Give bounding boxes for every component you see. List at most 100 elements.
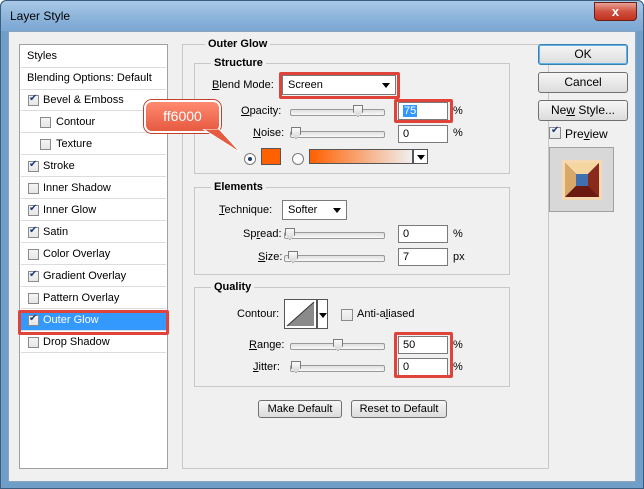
- close-button[interactable]: x: [594, 2, 637, 21]
- noise-value: 0: [403, 128, 410, 140]
- elements-group: Elements Technique: Softer Spread: 0 % S…: [194, 181, 510, 275]
- spread-slider[interactable]: [284, 228, 385, 240]
- range-jitter-highlight: [394, 332, 453, 378]
- sidebar-item-label: Stroke: [43, 160, 75, 172]
- spread-input[interactable]: 0: [398, 225, 448, 243]
- noise-unit: %: [453, 127, 463, 139]
- preview-checkbox[interactable]: ✔: [549, 125, 561, 139]
- opacity-slider[interactable]: [290, 105, 385, 117]
- styles-header-label: Styles: [27, 50, 57, 62]
- contour-checkbox[interactable]: [40, 117, 51, 128]
- contour-picker[interactable]: [284, 299, 317, 329]
- contour-label: Contour:: [237, 308, 280, 320]
- sidebar-item-satin[interactable]: Satin: [21, 222, 166, 243]
- gradient-overlay-checkbox[interactable]: [28, 269, 39, 282]
- make-default-button[interactable]: Make Default: [258, 400, 342, 418]
- opacity-slider-thumb[interactable]: [353, 105, 363, 117]
- sidebar-item-label: Contour: [56, 116, 96, 128]
- sidebar-item-label: Inner Glow: [43, 204, 97, 216]
- noise-slider-thumb[interactable]: [291, 127, 301, 139]
- sidebar-item-label: Texture: [56, 138, 93, 150]
- noise-slider[interactable]: [290, 127, 385, 139]
- title-bar[interactable]: Layer Style x: [1, 1, 643, 31]
- callout-pointer-icon: [202, 129, 242, 154]
- size-slider[interactable]: [284, 251, 385, 263]
- sidebar-item-stroke[interactable]: Stroke: [21, 156, 166, 177]
- size-label: Size:: [258, 251, 283, 263]
- anti-aliased-checkbox[interactable]: [341, 309, 353, 321]
- sidebar-item-label: Drop Shadow: [43, 336, 110, 348]
- range-unit: %: [453, 339, 463, 351]
- range-label: Range:: [249, 339, 285, 351]
- pattern-overlay-checkbox[interactable]: [28, 293, 39, 304]
- outer-glow-highlight: [18, 310, 169, 335]
- glow-color-swatch[interactable]: [261, 148, 281, 165]
- quality-group: Quality Contour: Anti-aliased Range: 50 …: [194, 281, 510, 387]
- sidebar-item-inner-glow[interactable]: Inner Glow: [21, 200, 166, 221]
- size-value: 7: [403, 251, 410, 263]
- contour-curve-icon: [286, 301, 315, 327]
- outer-glow-panel: Outer Glow Structure Blend Mode: Screen …: [182, 38, 549, 469]
- sidebar-item-texture[interactable]: Texture: [21, 134, 166, 155]
- stroke-checkbox[interactable]: [28, 159, 39, 172]
- blend-mode-highlight: [279, 72, 400, 99]
- range-slider-thumb[interactable]: [333, 339, 343, 351]
- noise-input[interactable]: 0: [398, 125, 448, 143]
- close-icon: x: [611, 4, 620, 19]
- sidebar-item-color-overlay[interactable]: Color Overlay: [21, 244, 166, 265]
- structure-title: Structure: [211, 57, 266, 69]
- drop-shadow-checkbox[interactable]: [28, 337, 39, 348]
- style-preview: [549, 147, 614, 212]
- sidebar-item-gradient-overlay[interactable]: Gradient Overlay: [21, 266, 166, 287]
- texture-checkbox[interactable]: [40, 139, 51, 150]
- styles-header[interactable]: Styles: [21, 46, 166, 68]
- elements-title: Elements: [211, 181, 266, 193]
- cancel-button[interactable]: Cancel: [538, 72, 628, 93]
- chevron-down-icon: [333, 208, 341, 213]
- bevel-emboss-checkbox[interactable]: [28, 93, 39, 106]
- range-slider[interactable]: [290, 339, 385, 351]
- inner-shadow-checkbox[interactable]: [28, 183, 39, 194]
- style-preview-thumbnail: [562, 160, 602, 200]
- sidebar-item-label: Satin: [43, 226, 69, 238]
- check-icon: ✔: [551, 125, 560, 136]
- chevron-down-icon: [319, 313, 327, 318]
- quality-title: Quality: [211, 281, 255, 293]
- sidebar-item-drop-shadow[interactable]: Drop Shadow: [21, 332, 166, 353]
- reset-to-default-button[interactable]: Reset to Default: [351, 400, 447, 418]
- chevron-down-icon: [417, 155, 425, 160]
- dialog-body: Styles Blending Options: Default Bevel &…: [8, 31, 636, 482]
- inner-glow-checkbox[interactable]: [28, 203, 39, 216]
- technique-select[interactable]: Softer: [282, 200, 347, 220]
- noise-label: Noise:: [253, 127, 285, 139]
- spread-value: 0: [403, 228, 410, 240]
- color-overlay-checkbox[interactable]: [28, 249, 39, 260]
- sidebar-item-inner-shadow[interactable]: Inner Shadow: [21, 178, 166, 199]
- technique-label: Technique:: [219, 204, 273, 216]
- blending-options-label: Blending Options: Default: [27, 72, 152, 84]
- size-input[interactable]: 7: [398, 248, 448, 266]
- preview-label: Preview: [565, 127, 608, 141]
- new-style-button[interactable]: New Style...: [538, 100, 628, 121]
- jitter-label: Jitter:: [253, 361, 280, 373]
- blend-mode-label: Blend Mode:: [212, 79, 274, 91]
- jitter-slider-thumb[interactable]: [291, 361, 301, 373]
- contour-dropdown-button[interactable]: [317, 299, 328, 329]
- anti-aliased-label: Anti-aliased: [357, 308, 415, 320]
- jitter-slider[interactable]: [290, 361, 385, 373]
- sidebar-item-label: Gradient Overlay: [43, 270, 127, 282]
- satin-checkbox[interactable]: [28, 225, 39, 238]
- gradient-radio[interactable]: [292, 153, 304, 165]
- spread-unit: %: [453, 228, 463, 240]
- ok-button[interactable]: OK: [538, 44, 628, 65]
- spread-slider-thumb[interactable]: [285, 228, 295, 240]
- sidebar-item-label: Pattern Overlay: [43, 292, 120, 304]
- blending-options-item[interactable]: Blending Options: Default: [21, 68, 166, 90]
- size-slider-thumb[interactable]: [288, 251, 298, 263]
- glow-gradient-picker[interactable]: [309, 149, 413, 164]
- sidebar-item-pattern-overlay[interactable]: Pattern Overlay: [21, 288, 166, 309]
- gradient-dropdown-button[interactable]: [413, 149, 428, 164]
- sidebar-item-label: Bevel & Emboss: [43, 94, 124, 106]
- opacity-highlight: [394, 99, 453, 123]
- opacity-label: Opacity:: [241, 105, 282, 117]
